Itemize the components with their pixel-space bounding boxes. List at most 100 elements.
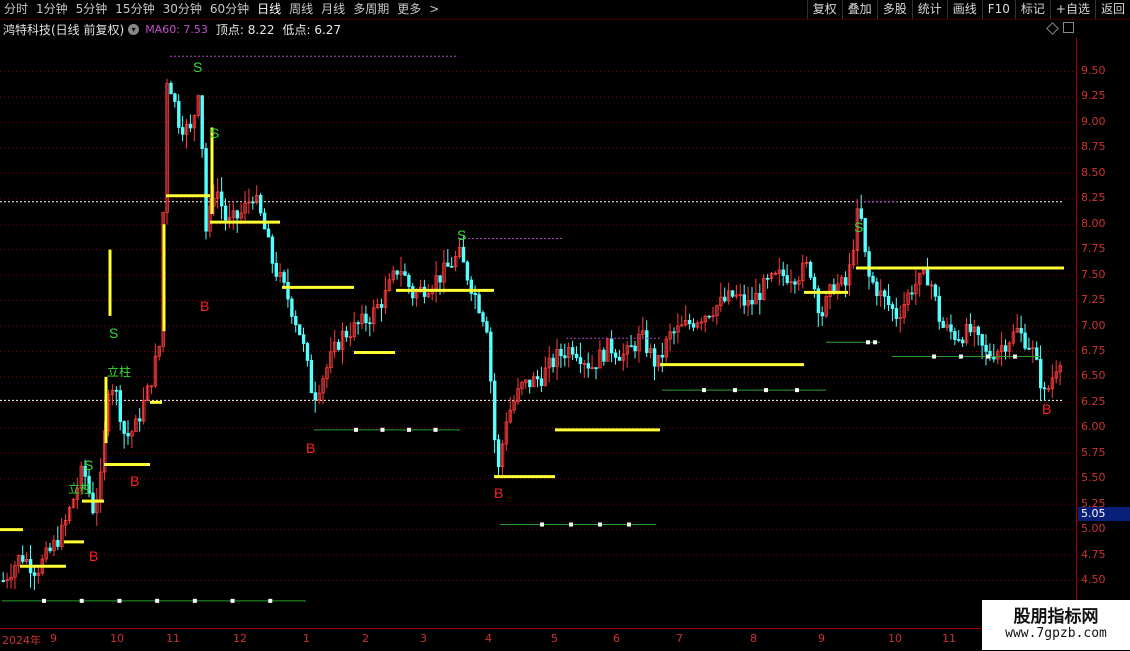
tool-buttons: 复权 叠加 多股 统计 画线 F10 标记 +自选 返回 (806, 0, 1130, 19)
candle-body (867, 251, 871, 277)
bottom-marker (354, 427, 358, 432)
timeframe-tab[interactable]: 5分钟 (72, 0, 112, 19)
candle-body (980, 334, 984, 346)
tool-button[interactable]: 标记 (1014, 0, 1050, 19)
timeframe-tab[interactable]: 周线 (285, 0, 317, 19)
timeframe-tab[interactable]: 60分钟 (206, 0, 253, 19)
kline-svg: SSS SSSBBBBBB立柱立柱 (0, 55, 1076, 603)
timeframe-tab[interactable]: 日线 (253, 0, 285, 19)
candle-body (750, 299, 754, 305)
candle-body (301, 334, 306, 344)
candle-body (204, 148, 208, 232)
date-tick-label: 11 (942, 632, 956, 645)
candle-body (961, 339, 965, 344)
watermark-title: 股朋指标网 (1013, 607, 1099, 627)
sell-signal: S (109, 325, 118, 341)
bottom-marker (433, 427, 438, 432)
candle-body (356, 322, 360, 325)
candle-body (586, 363, 590, 369)
candle-body (364, 313, 368, 324)
candle-body (21, 555, 25, 562)
bottom-marker (155, 598, 160, 603)
candle-body (395, 270, 399, 275)
candle-body (602, 349, 606, 362)
tool-button[interactable]: F10 (981, 0, 1015, 19)
date-tick-label: 11 (166, 632, 180, 645)
candle-body (411, 286, 415, 299)
buy-signal: B (1042, 401, 1051, 417)
candle-body (173, 93, 177, 102)
candle-body (126, 433, 130, 437)
tool-button[interactable]: 统计 (911, 0, 947, 19)
candle-body (539, 378, 544, 386)
tool-button[interactable]: +自选 (1049, 0, 1095, 19)
price-axis: 5.05 9.50 9.25 9.00 8.75 8.50 8.25 8.00 7.75 7.5… (1076, 38, 1130, 628)
timeframe-tab[interactable]: 更多 (393, 0, 425, 19)
candle-body (984, 344, 988, 352)
candle-body (766, 277, 770, 280)
candle-body (730, 290, 735, 297)
candle-body (461, 246, 466, 263)
timeframe-tab[interactable]: 多周期 (349, 0, 393, 19)
timeframe-tab[interactable]: 分时 (0, 0, 32, 19)
candle-body (925, 269, 930, 286)
bottom-marker (795, 388, 799, 393)
candle-body (297, 324, 302, 336)
candle-body (707, 315, 711, 318)
price-tick-label: 7.75 (1081, 242, 1106, 256)
square-icon[interactable] (1063, 22, 1074, 33)
candle-body (976, 326, 980, 336)
tool-button[interactable]: 多股 (876, 0, 912, 19)
candle-body (957, 339, 961, 341)
timeframe-tab[interactable]: 1分钟 (32, 0, 72, 19)
date-tick-label: 7 (676, 632, 683, 645)
price-tick-label: 6.25 (1081, 394, 1106, 408)
watermark-logo: 股朋指标网 www.7gpzb.com (982, 600, 1130, 650)
tool-button[interactable]: 返回 (1094, 0, 1130, 19)
candle-body (473, 293, 477, 296)
candle-body (270, 236, 275, 264)
candle-body (450, 265, 454, 268)
price-tick-label: 5.50 (1081, 471, 1106, 485)
date-tick-label: 2024年 (2, 634, 41, 647)
candle-body (937, 295, 941, 322)
buy-signal: B (130, 473, 139, 489)
price-tick-label: 8.50 (1081, 165, 1106, 179)
candle-body (118, 390, 122, 422)
candle-body (56, 539, 60, 547)
bottom-marker (407, 427, 411, 432)
candle-body (691, 323, 696, 328)
candle-body (808, 261, 813, 278)
diamond-icon[interactable] (1046, 22, 1059, 35)
date-tick-label: 8 (750, 632, 757, 645)
timeframe-tab[interactable]: 月线 (317, 0, 349, 19)
timeframe-tab[interactable]: 30分钟 (159, 0, 206, 19)
candle-body (820, 312, 824, 317)
date-tick-label: 1 (303, 632, 310, 645)
candle-body (594, 367, 598, 370)
candle-body (688, 320, 692, 325)
sell-signal: S (193, 59, 202, 75)
chevron-right-icon[interactable]: > (425, 0, 443, 19)
candle-body (266, 228, 271, 238)
candle-body (933, 284, 938, 297)
bottom-marker (959, 354, 963, 359)
candle-body (446, 262, 450, 267)
candle-body (910, 292, 914, 295)
date-tick-label: 12 (233, 632, 247, 645)
kline-chart[interactable]: S S S S S S B B B B B B 立柱 立柱 (0, 38, 1076, 628)
candle-body (290, 298, 294, 317)
bottom-marker (873, 340, 877, 345)
price-tick-label: 5.25 (1081, 496, 1106, 510)
candle-body (48, 547, 52, 552)
candle-body (496, 439, 501, 468)
tool-button[interactable]: 复权 (806, 0, 842, 19)
tool-button[interactable]: 画线 (946, 0, 982, 19)
timeframe-tab[interactable]: 15分钟 (111, 0, 158, 19)
bottom-marker (986, 354, 990, 359)
tool-button[interactable]: 叠加 (841, 0, 877, 19)
bottom-marker (380, 427, 385, 432)
date-tick-label: 6 (613, 632, 620, 645)
chevron-down-icon[interactable]: ▾ (128, 23, 140, 35)
price-tick-label: 6.50 (1081, 369, 1106, 383)
